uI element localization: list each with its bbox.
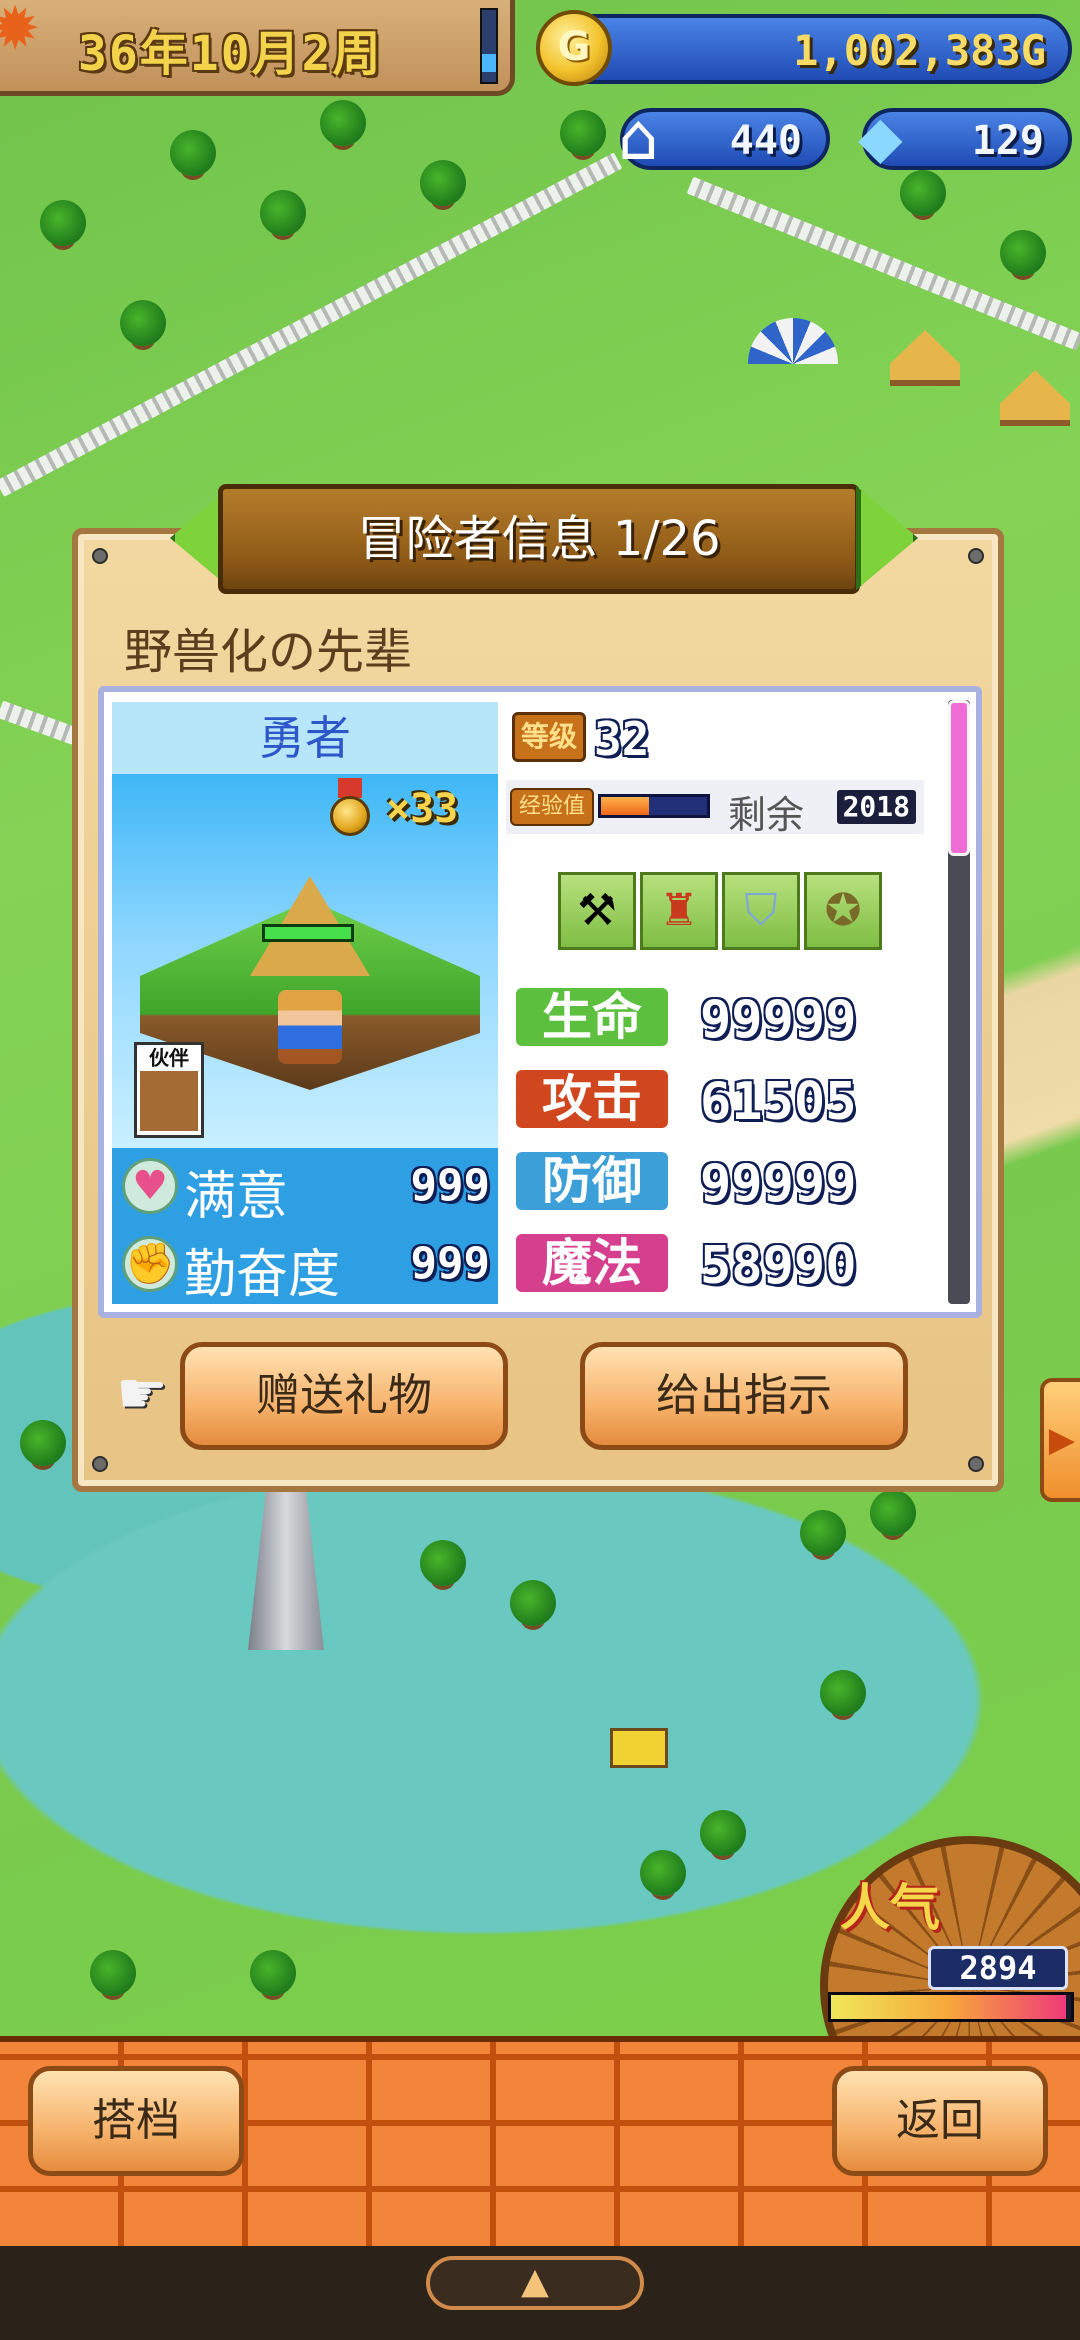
health-bar <box>262 924 354 942</box>
flag-marker[interactable] <box>610 1728 668 1768</box>
level-tag: 等级 <box>512 712 586 762</box>
remaining-label: 剩余 <box>728 793 805 837</box>
fist-icon: ✊ <box>122 1236 178 1292</box>
diligence-value: 999 <box>410 1238 490 1289</box>
date-display: ✹ 36年10月2周 <box>0 0 515 96</box>
fence <box>0 152 623 497</box>
level-value: 32 <box>594 712 650 766</box>
palm-tree <box>800 1510 846 1556</box>
stat-defense-value: 99999 <box>700 1154 857 1214</box>
maple-leaf-icon: ✹ <box>0 0 41 64</box>
accessory-icon[interactable]: ✪ <box>804 872 882 950</box>
date-text: 36年10月2周 <box>78 26 383 82</box>
gems-counter[interactable]: ◆ 129 <box>858 103 1072 171</box>
hut[interactable] <box>890 330 960 386</box>
palm-tree <box>120 300 166 346</box>
mood-panel: ♥ 满意 999 ✊ 勤奋度 999 <box>112 1148 498 1305</box>
scrollbar-thumb[interactable] <box>948 700 970 856</box>
palm-tree <box>320 100 366 146</box>
heart-icon: ♥ <box>122 1158 178 1214</box>
palm-tree <box>640 1850 686 1896</box>
satisfaction-label: 满意 <box>184 1167 289 1227</box>
back-button[interactable]: 返回 <box>832 2066 1048 2176</box>
pointing-hand-icon: ☛ <box>116 1359 168 1427</box>
palm-tree <box>560 110 606 156</box>
palm-tree <box>250 1950 296 1996</box>
diligence-label: 勤奋度 <box>184 1245 341 1305</box>
house-icon: ⌂ <box>618 101 659 175</box>
expand-menu-handle[interactable]: ▲ <box>426 2256 644 2310</box>
rivet <box>92 548 108 564</box>
stat-attack-value: 61505 <box>700 1072 857 1132</box>
rivet <box>968 548 984 564</box>
partner-badge[interactable]: 伙伴 <box>134 1042 204 1138</box>
palm-tree <box>20 1420 66 1466</box>
popularity-value: 2894 <box>928 1946 1068 1990</box>
week-gauge <box>480 8 498 84</box>
hero-sprite <box>278 990 342 1064</box>
palm-tree <box>40 200 86 246</box>
axe-icon[interactable]: ⚒ <box>558 872 636 950</box>
equipment-slots: ⚒ ♜ ⛉ ✪ <box>558 872 884 950</box>
remaining-value: 2018 <box>836 790 916 824</box>
gems-value: 129 <box>971 118 1044 164</box>
rivet <box>968 1456 984 1472</box>
instruct-button[interactable]: 给出指示 <box>580 1342 908 1450</box>
dialog-title: 冒险者信息 1/26 <box>218 484 860 594</box>
gold-counter[interactable]: G 1,002,383G <box>536 10 1072 86</box>
beach-umbrella[interactable] <box>748 318 838 364</box>
popularity-bar <box>828 1992 1074 2022</box>
experience-row: 经验值 剩余 2018 <box>506 780 924 837</box>
partner-button[interactable]: 搭档 <box>28 2066 244 2176</box>
fence <box>0 700 79 745</box>
rivet <box>92 1456 108 1472</box>
diligence-row: ✊ 勤奋度 999 <box>112 1226 498 1305</box>
exp-tag: 经验值 <box>510 788 594 826</box>
partner-portrait <box>140 1071 198 1131</box>
popularity-label: 人气 <box>840 1879 940 1937</box>
palm-tree <box>420 160 466 206</box>
houses-value: 440 <box>729 118 802 164</box>
hut[interactable] <box>1000 370 1070 426</box>
satisfaction-row: ♥ 满意 999 <box>112 1148 498 1227</box>
palm-tree <box>900 170 946 216</box>
stat-defense-label: 防御 <box>512 1148 672 1214</box>
shield-icon[interactable]: ⛉ <box>722 872 800 950</box>
palm-tree <box>510 1580 556 1626</box>
side-expand-tab[interactable]: ▶ <box>1040 1378 1080 1502</box>
stat-hp-value: 99999 <box>700 990 857 1050</box>
medal-count: ×33 <box>386 786 459 832</box>
partner-tag: 伙伴 <box>149 1046 189 1070</box>
armor-icon[interactable]: ♜ <box>640 872 718 950</box>
palm-tree <box>700 1810 746 1856</box>
houses-counter[interactable]: ⌂ 440 <box>618 101 830 175</box>
gold-value: 1,002,383G <box>793 26 1046 75</box>
palm-tree <box>170 130 216 176</box>
exp-bar <box>598 794 710 818</box>
gem-icon: ◆ <box>858 103 903 171</box>
satisfaction-value: 999 <box>410 1160 490 1211</box>
palm-tree <box>420 1540 466 1586</box>
adventurer-class: 勇者 <box>112 702 498 774</box>
palm-tree <box>90 1950 136 1996</box>
gift-button[interactable]: 赠送礼物 <box>180 1342 508 1450</box>
stat-magic-value: 58990 <box>700 1236 857 1296</box>
medal-icon <box>330 778 370 836</box>
gold-coin-icon: G <box>536 10 612 86</box>
palm-tree <box>1000 230 1046 276</box>
stat-hp-label: 生命 <box>512 984 672 1050</box>
palm-tree <box>870 1490 916 1536</box>
stat-magic-label: 魔法 <box>512 1230 672 1296</box>
stat-attack-label: 攻击 <box>512 1066 672 1132</box>
tower[interactable] <box>248 1480 324 1650</box>
palm-tree <box>260 190 306 236</box>
palm-tree <box>820 1670 866 1716</box>
adventurer-name: 野兽化の先辈 <box>124 624 413 680</box>
